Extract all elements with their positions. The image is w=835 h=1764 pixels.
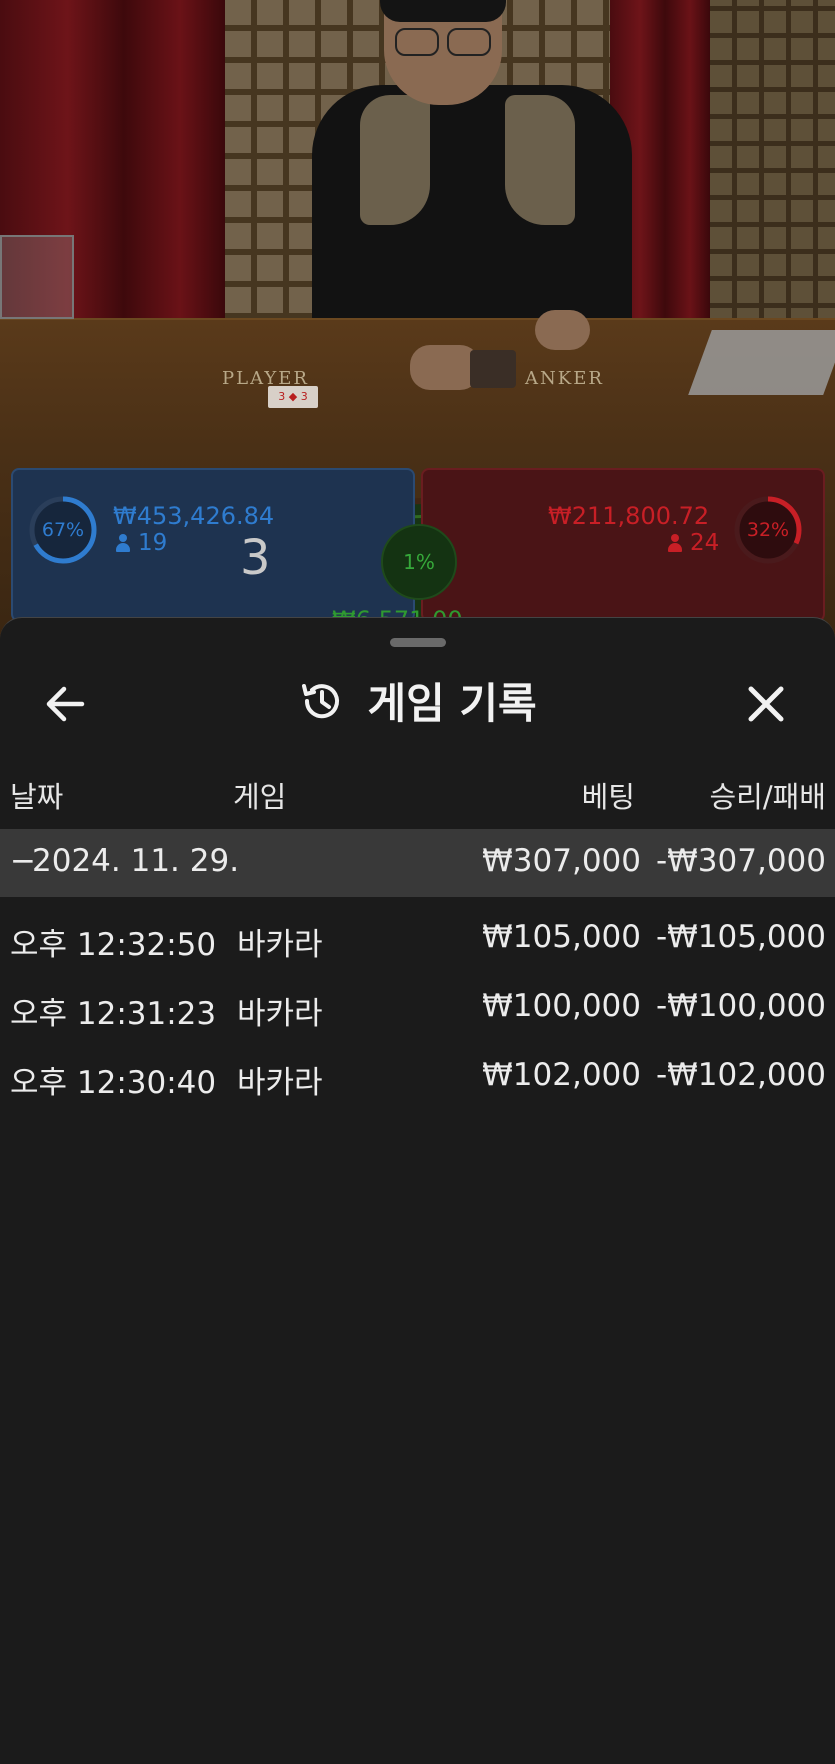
player-amount: ₩453,426.84 [113,502,275,530]
tie-percent: 1% [403,550,435,574]
person-icon [116,534,130,552]
drag-handle[interactable] [390,638,446,647]
row-bet: ₩102,000 [482,1057,641,1093]
group-bet-total: ₩307,000 [482,843,641,879]
group-win-loss-total: -₩307,000 [655,843,826,879]
tie-percent-ring: 1% [381,524,457,600]
row-time: 오후 12:32:50 [10,927,217,963]
history-icon [302,683,340,718]
dealer-vest-left [360,95,430,225]
row-time: 오후 12:31:23 [10,996,217,1032]
group-date: 2024. 11. 29. [32,843,240,879]
row-win-loss: -₩105,000 [655,919,826,955]
date-group-row[interactable]: − 2024. 11. 29. ₩307,000 -₩307,000 [0,829,835,897]
column-date: 날짜 [10,780,64,814]
player-score: 3 [240,530,271,586]
history-row[interactable]: 오후 12:31:23 바카라 ₩100,000 -₩100,000 [0,974,835,1042]
row-game: 바카라 [237,927,323,963]
row-game: 바카라 [237,1065,323,1101]
row-bet: ₩105,000 [482,919,641,955]
dealt-card: 3 ◆ 3 [268,386,318,408]
banker-count-value: 24 [690,530,720,556]
player-count-value: 19 [138,530,168,556]
history-row[interactable]: 오후 12:32:50 바카라 ₩105,000 -₩105,000 [0,905,835,973]
close-icon [748,686,784,722]
history-row[interactable]: 오후 12:30:40 바카라 ₩102,000 -₩102,000 [0,1043,835,1111]
glasses [395,28,491,56]
row-time: 오후 12:30:40 [10,1065,217,1101]
banker-bet-area[interactable]: 32% ₩211,800.72 24 [421,468,825,622]
player-percent: 67% [41,519,85,541]
column-bet: 베팅 [581,780,635,814]
card-shoe [688,330,835,395]
sheet-header: 게임 기록 [0,670,835,740]
dealer-vest-right [505,95,575,225]
lattice-wall-right [710,0,835,330]
sheet-title: 게임 기록 [367,679,537,728]
card-back [470,350,516,388]
dealer-hair [380,0,506,22]
discard-box [0,235,74,319]
banker-count: 24 [668,530,719,556]
game-history-sheet: 게임 기록 날짜 게임 베팅 승리/패배 − 2024. 11. 29. ₩30… [0,617,835,1764]
row-bet: ₩100,000 [482,988,641,1024]
player-count: 19 [116,530,167,556]
close-button[interactable] [735,673,797,735]
banker-percent: 32% [746,519,790,541]
table-label-banker: ANKER [525,368,604,389]
row-game: 바카라 [237,996,323,1032]
column-game: 게임 [233,780,287,814]
column-win-loss: 승리/패배 [709,780,827,814]
player-bet-area[interactable]: 67% ₩453,426.84 19 [11,468,415,622]
person-icon [668,534,682,552]
table-header: 날짜 게임 베팅 승리/패배 [0,760,835,820]
banker-amount: ₩211,800.72 [548,502,710,530]
row-win-loss: -₩102,000 [655,1057,826,1093]
dealer-hand-right [535,310,590,350]
row-win-loss: -₩100,000 [655,988,826,1024]
